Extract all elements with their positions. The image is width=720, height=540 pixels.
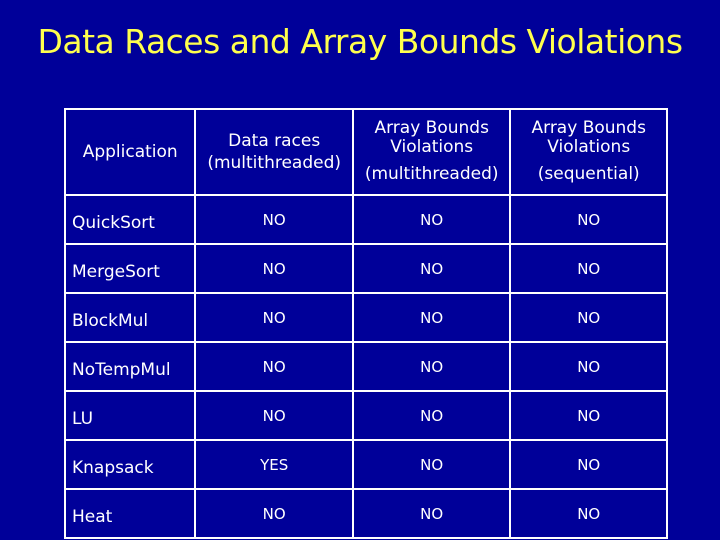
table-row: NoTempMul NO NO NO: [63, 341, 668, 392]
header-data-races-sub: (multithreaded): [207, 153, 342, 173]
abv-multithreaded-cell: NO: [351, 390, 512, 441]
abv-multithreaded-cell: NO: [351, 341, 512, 392]
header-abv-seq-label: Array Bounds Violations: [531, 118, 646, 157]
header-data-races-label: Data races: [228, 131, 321, 151]
abv-sequential-cell: NO: [509, 292, 668, 343]
results-table: Application Data races (multithreaded) A…: [63, 108, 668, 539]
abv-multithreaded-cell: NO: [351, 194, 512, 245]
application-cell: LU: [63, 390, 197, 441]
header-abv-multi-sub: (multithreaded): [364, 164, 499, 184]
slide-title: Data Races and Array Bounds Violations: [37, 22, 683, 61]
data-races-cell: NO: [194, 341, 354, 392]
abv-sequential-cell: NO: [509, 488, 668, 539]
table-row: MergeSort NO NO NO: [63, 243, 668, 294]
table-row: Knapsack YES NO NO: [63, 439, 668, 490]
data-races-cell: NO: [194, 194, 354, 245]
abv-sequential-cell: NO: [509, 194, 668, 245]
application-cell: Heat: [63, 488, 197, 539]
application-cell: MergeSort: [63, 243, 197, 294]
table-row: BlockMul NO NO NO: [63, 292, 668, 343]
header-data-races: Data races (multithreaded): [194, 108, 354, 196]
header-abv-multi-label: Array Bounds Violations: [374, 118, 489, 157]
header-abv-seq-sub: (sequential): [537, 164, 640, 184]
header-row: Application Data races (multithreaded) A…: [63, 108, 668, 196]
application-cell: BlockMul: [63, 292, 197, 343]
data-races-cell: NO: [194, 243, 354, 294]
application-cell: NoTempMul: [63, 341, 197, 392]
header-abv-sequential: Array Bounds Violations (sequential): [509, 108, 668, 196]
data-races-cell: NO: [194, 390, 354, 441]
abv-sequential-cell: NO: [509, 439, 668, 490]
abv-multithreaded-cell: NO: [351, 439, 512, 490]
abv-sequential-cell: NO: [509, 243, 668, 294]
header-application-label: Application: [82, 142, 178, 162]
data-races-cell: NO: [194, 488, 354, 539]
data-races-cell: NO: [194, 292, 354, 343]
data-races-cell: YES: [194, 439, 354, 490]
header-abv-multithreaded: Array Bounds Violations (multithreaded): [351, 108, 512, 196]
table-row: QuickSort NO NO NO: [63, 194, 668, 245]
abv-multithreaded-cell: NO: [351, 292, 512, 343]
abv-sequential-cell: NO: [509, 390, 668, 441]
header-application: Application: [63, 108, 197, 196]
abv-multithreaded-cell: NO: [351, 488, 512, 539]
abv-sequential-cell: NO: [509, 341, 668, 392]
table-row: Heat NO NO NO: [63, 488, 668, 539]
application-cell: QuickSort: [63, 194, 197, 245]
table-row: LU NO NO NO: [63, 390, 668, 441]
abv-multithreaded-cell: NO: [351, 243, 512, 294]
application-cell: Knapsack: [63, 439, 197, 490]
